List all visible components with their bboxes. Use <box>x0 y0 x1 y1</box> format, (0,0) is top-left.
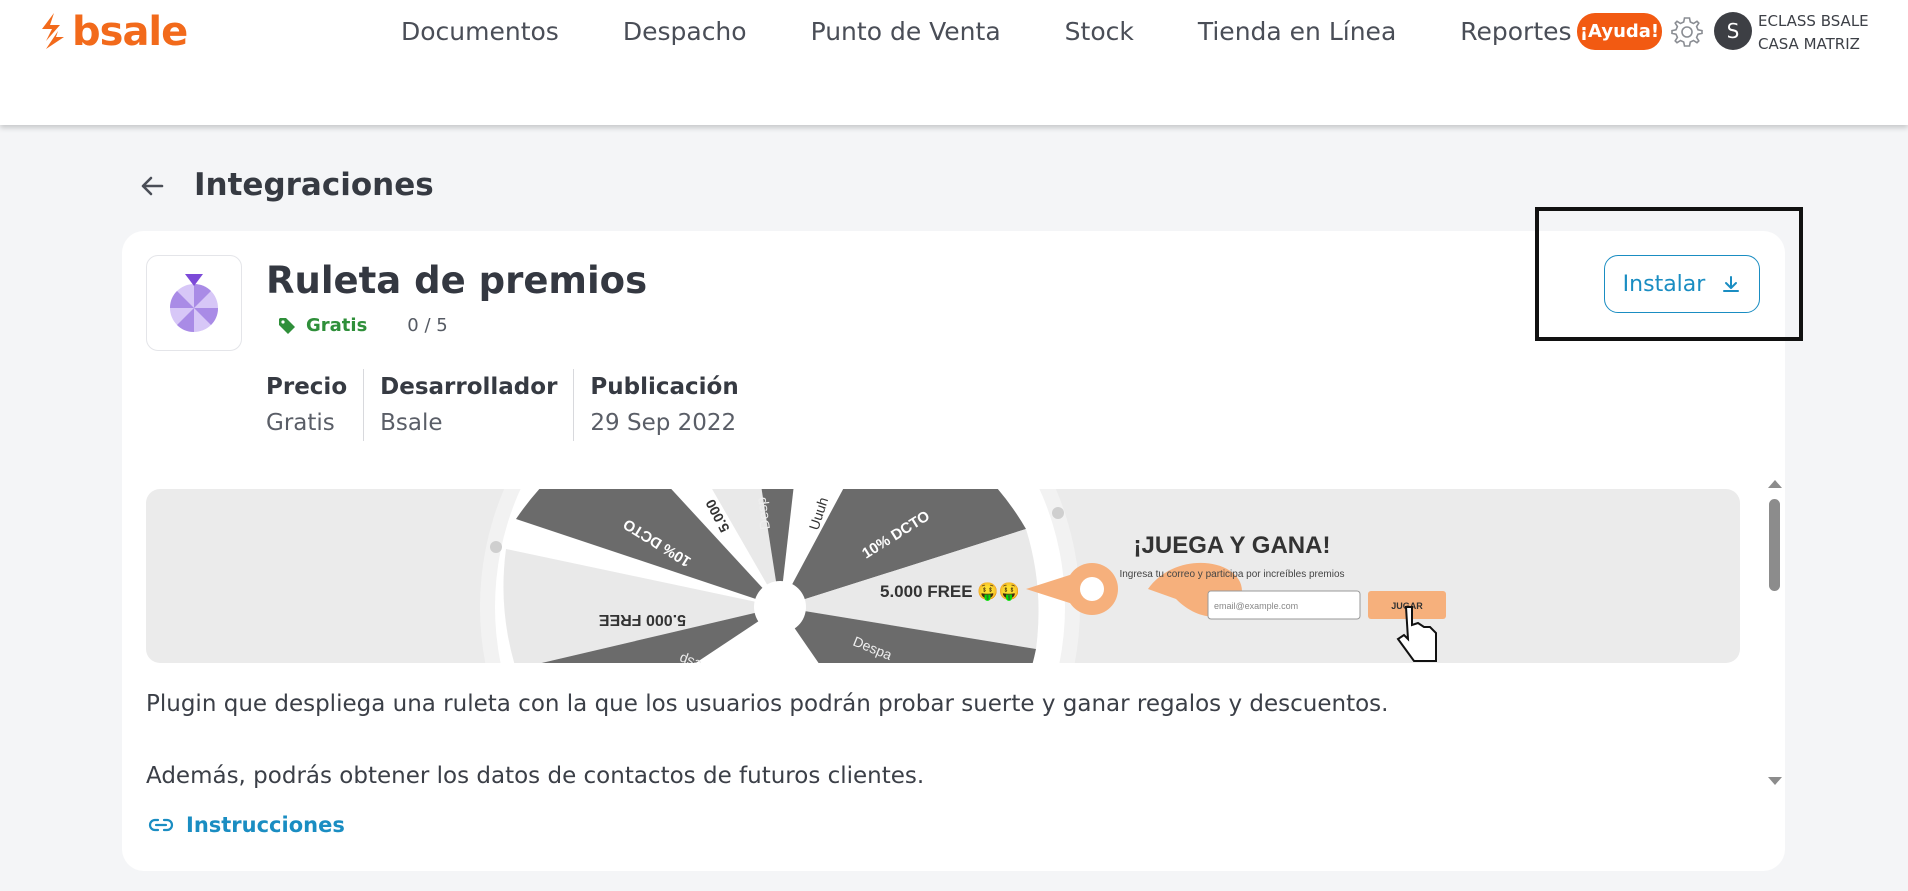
banner-email-placeholder: email@example.com <box>1214 601 1298 611</box>
app-banner-image: 5.000 FREE 🤑🤑 10% DCTO 5.000 FREE 10% DC… <box>146 489 1740 663</box>
help-button[interactable]: ¡Ayuda! <box>1577 13 1662 50</box>
scrollbar-thumb[interactable] <box>1769 499 1780 591</box>
meta-publication: Publicación 29 Sep 2022 <box>573 369 754 441</box>
scroll-up-arrow-icon[interactable] <box>1765 477 1785 491</box>
rating-value: 0 / 5 <box>407 315 448 336</box>
account-company: ECLASS BSALE <box>1758 12 1869 30</box>
link-icon <box>148 818 174 832</box>
meta-value: Bsale <box>380 410 443 436</box>
meta-price: Precio Gratis <box>266 369 363 441</box>
wheel-label: 5.000 FREE <box>599 611 686 628</box>
app-description: Plugin que despliega una ruleta con la q… <box>146 691 1389 717</box>
app-description-extra: Además, podrás obtener los datos de cont… <box>146 763 925 789</box>
main-nav: Documentos Despacho Punto de Venta Stock… <box>375 14 1604 50</box>
nav-despacho[interactable]: Despacho <box>591 14 779 50</box>
logo-text: bsale <box>72 9 188 55</box>
meta-developer: Desarrollador Bsale <box>363 369 573 441</box>
nav-stock[interactable]: Stock <box>1033 14 1166 50</box>
account-branch: CASA MATRIZ <box>1758 35 1860 53</box>
highlight-box <box>1535 207 1803 341</box>
price-tag-label: Gratis <box>306 315 368 336</box>
app-title: Ruleta de premios <box>266 259 648 302</box>
nav-punto-de-venta[interactable]: Punto de Venta <box>779 14 1033 50</box>
account-info[interactable]: ECLASS BSALE CASA MATRIZ <box>1758 10 1869 56</box>
bsale-logo[interactable]: bsale <box>38 8 188 56</box>
instructions-label: Instrucciones <box>186 813 345 837</box>
meta-value: 29 Sep 2022 <box>590 410 737 436</box>
instructions-link[interactable]: Instrucciones <box>148 813 345 837</box>
bsale-logo-icon <box>42 13 64 49</box>
wheel-label: 5.000 FREE 🤑🤑 <box>880 582 1020 602</box>
meta-label: Desarrollador <box>380 374 558 400</box>
avatar[interactable]: S <box>1714 12 1752 50</box>
meta-label: Precio <box>266 374 348 400</box>
nav-documentos[interactable]: Documentos <box>375 14 591 50</box>
app-icon <box>146 255 242 351</box>
banner-heading: ¡JUEGA Y GANA! <box>1134 532 1331 559</box>
meta-label: Publicación <box>590 374 739 400</box>
price-tag-icon <box>279 317 295 334</box>
roulette-wheel-icon <box>169 274 219 333</box>
back-arrow-icon[interactable] <box>136 170 168 202</box>
gear-icon[interactable] <box>1670 15 1704 49</box>
meta-value: Gratis <box>266 410 335 436</box>
scroll-down-arrow-icon[interactable] <box>1765 774 1785 788</box>
roulette-banner-illustration: 5.000 FREE 🤑🤑 10% DCTO 5.000 FREE 10% DC… <box>480 489 1446 663</box>
top-navbar: bsale Documentos Despacho Punto de Venta… <box>0 0 1908 125</box>
nav-tienda-en-linea[interactable]: Tienda en Línea <box>1166 14 1428 50</box>
app-tags: Gratis 0 / 5 <box>278 315 448 336</box>
page-title: Integraciones <box>194 167 434 203</box>
app-meta: Precio Gratis Desarrollador Bsale Public… <box>266 369 755 441</box>
banner-subtext: Ingresa tu correo y participa por increí… <box>1119 569 1344 580</box>
